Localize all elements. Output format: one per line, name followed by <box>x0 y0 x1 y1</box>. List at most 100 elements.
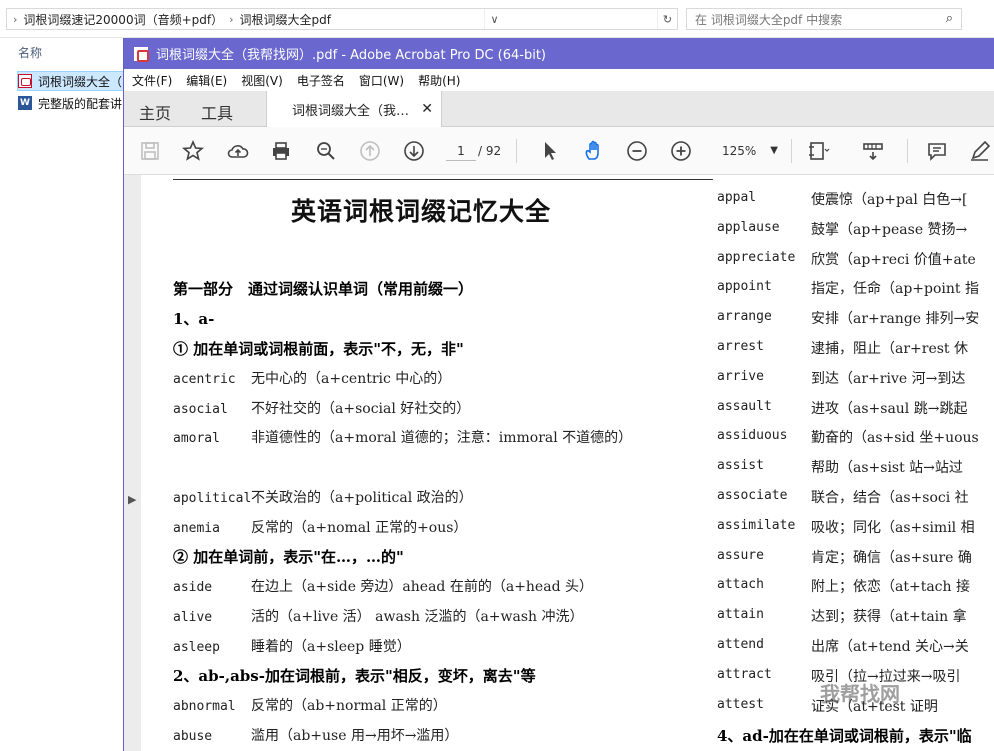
fit-page-icon[interactable] <box>804 137 832 165</box>
entry-text: 2、ab-,abs-加在词根前，表示"相反，变坏，离去"等 <box>173 667 536 685</box>
entry-word: appal <box>717 190 757 205</box>
word-entry: alive 活的（a+live 活） awash 泛滥的（a+wash 冲洗） <box>173 606 584 626</box>
word-entry: acentric 无中心的（a+centric 中心的） <box>173 368 451 388</box>
file-item-pdf[interactable]: 词根词缀大全（ <box>17 71 125 91</box>
entry-text: 不好社交的（a+social 好社交的） <box>251 401 471 417</box>
window-title-bar[interactable]: 词根词缀大全（我帮找网）.pdf - Adobe Acrobat Pro DC … <box>124 38 994 69</box>
entry-word: attain <box>717 607 764 623</box>
entry-word: assure <box>717 547 764 563</box>
page-total: / 92 <box>478 144 502 158</box>
section-heading: 2、ab-,abs-加在词根前，表示"相反，变坏，离去"等 <box>173 665 536 686</box>
entry-word: arrange <box>717 309 772 325</box>
section-heading: 4、ad-加在在单词或词根前，表示"临 <box>717 727 972 746</box>
expand-arrow-icon[interactable]: ▶ <box>128 493 136 506</box>
tab-home[interactable]: 主页 <box>139 100 171 124</box>
acrobat-window: 词根词缀大全（我帮找网）.pdf - Adobe Acrobat Pro DC … <box>123 38 994 751</box>
toolbar: 1 / 92 125% ▼ <box>124 127 994 175</box>
entry-word: assiduous <box>717 428 788 444</box>
menu-help[interactable]: 帮助(H) <box>418 72 460 89</box>
search-icon[interactable]: ⌕ <box>946 11 953 26</box>
menu-view[interactable]: 视图(V) <box>241 72 283 89</box>
menu-bar: 文件(F) 编辑(E) 视图(V) 电子签名 窗口(W) 帮助(H) <box>124 69 994 91</box>
word-entry: anemia 反常的（a+nomal 正常的+ous） <box>173 517 467 537</box>
refresh-icon[interactable]: ↻ <box>656 9 677 29</box>
entry-text: 达到；获得（at+tain 拿 <box>811 609 967 626</box>
pen-icon[interactable] <box>966 137 994 165</box>
search-placeholder: 在 词根词缀大全pdf 中搜索 <box>695 12 843 27</box>
word-entry: asleep 睡着的（a+sleep 睡觉） <box>173 636 411 656</box>
word-entry: amoral 非道德性的（a+moral 道德的；注意：immoral 不道德的） <box>173 427 632 447</box>
select-cursor-icon[interactable] <box>536 137 564 165</box>
tab-bar: 主页 工具 词根词缀大全（我… ✕ <box>124 91 994 127</box>
section-heading: 第一部分 通过词缀认识单词（常用前缀一） <box>173 278 473 299</box>
entry-word: alive <box>173 610 213 625</box>
cloud-upload-icon[interactable] <box>224 137 252 165</box>
entry-text: 不关政治的（a+political 政治的） <box>251 490 473 506</box>
entry-text: 逮捕，阻止（ar+rest 休 <box>811 341 969 357</box>
tab-tools[interactable]: 工具 <box>201 100 233 124</box>
close-icon[interactable]: ✕ <box>421 101 433 117</box>
document-view[interactable]: ▶ 英语词根词缀记忆大全 第一部分 通过词缀认识单词（常用前缀一） 1、a- ① 加… <box>124 175 994 751</box>
menu-esign[interactable]: 电子签名 <box>297 72 345 89</box>
entry-text: 联合，结合（as+soci 社 <box>811 490 969 506</box>
zoom-value: 125% <box>722 144 757 158</box>
comment-icon[interactable] <box>923 137 951 165</box>
explorer-address-bar: › 词根词缀速记20000词（音频+pdf） › 词根词缀大全pdf ∨ ↻ 在… <box>0 0 994 38</box>
entry-word: anemia <box>173 521 220 536</box>
entry-word: apolitical <box>173 491 252 506</box>
entry-word: arrive <box>717 368 764 384</box>
file-item-docx[interactable]: W 完整版的配套讲 <box>18 93 122 113</box>
hand-tool-icon[interactable] <box>579 137 607 165</box>
section-heading: ① 加在单词或词根前面，表示"不，无，非" <box>173 338 464 359</box>
entry-text: 出席（at+tend 关心→关 <box>811 639 969 655</box>
watermark-logo: 我帮找网 <box>820 682 900 706</box>
breadcrumb-chevron-icon: › <box>13 12 18 26</box>
breadcrumb-item-parent[interactable]: 词根词缀速记20000词（音频+pdf） <box>23 11 223 28</box>
breadcrumb[interactable]: › 词根词缀速记20000词（音频+pdf） › 词根词缀大全pdf ∨ ↻ <box>6 8 678 30</box>
word-entry: apolitical不关政治的（a+political 政治的） <box>173 487 473 507</box>
find-icon[interactable] <box>312 137 340 165</box>
entry-word: appoint <box>717 279 772 295</box>
zoom-in-icon[interactable] <box>667 137 695 165</box>
acrobat-logo-icon <box>134 46 149 62</box>
entry-text: 指定，任命（ap+point 指 <box>811 281 979 298</box>
entry-word: asocial <box>173 402 228 417</box>
menu-file[interactable]: 文件(F) <box>132 72 172 89</box>
menu-edit[interactable]: 编辑(E) <box>186 72 227 89</box>
entry-word: attend <box>717 637 764 652</box>
breadcrumb-item-current[interactable]: 词根词缀大全pdf <box>240 11 331 28</box>
entry-text: 第一部分 通过词缀认识单词（常用前缀一） <box>173 280 474 298</box>
entry-text: 欣赏（ap+reci 价值+ate <box>811 251 976 268</box>
word-entry: abnormal 反常的（ab+normal 正常的） <box>173 695 447 715</box>
entry-word: asleep <box>173 640 220 655</box>
tab-document[interactable]: 词根词缀大全（我… ✕ <box>266 91 442 127</box>
menu-window[interactable]: 窗口(W) <box>359 72 404 89</box>
entry-text: 1、a- <box>173 310 215 328</box>
chevron-down-icon: ▼ <box>770 145 778 156</box>
zoom-out-icon[interactable] <box>623 137 651 165</box>
section-heading: ② 加在单词前，表示"在…，…的" <box>173 546 404 567</box>
entry-text: ① 加在单词或词根前面，表示"不，无，非" <box>173 340 464 358</box>
zoom-select[interactable]: 125% ▼ <box>714 141 784 161</box>
entry-text: 反常的（a+nomal 正常的+ous） <box>251 520 468 536</box>
file-name: 完整版的配套讲 <box>38 96 123 111</box>
pdf-file-icon <box>18 74 32 88</box>
word-entry: abuse 滥用（ab+use 用→用坏→滥用） <box>173 725 458 745</box>
print-icon[interactable] <box>267 137 295 165</box>
left-panel-toggle[interactable]: ▶ <box>124 175 141 751</box>
save-icon[interactable] <box>136 137 164 165</box>
entry-word: appreciate <box>717 249 796 265</box>
previous-page-icon[interactable] <box>356 137 384 165</box>
next-page-icon[interactable] <box>400 137 428 165</box>
dropdown-chevron-icon[interactable]: ∨ <box>483 9 504 29</box>
explorer-search-input[interactable]: 在 词根词缀大全pdf 中搜索 ⌕ <box>686 8 962 30</box>
toolbar-divider <box>907 139 908 163</box>
page-number-input[interactable]: 1 <box>446 141 476 161</box>
column-header-name[interactable]: 名称 <box>18 44 42 61</box>
entry-word: amoral <box>173 431 220 446</box>
read-mode-icon[interactable] <box>859 137 887 165</box>
star-icon[interactable] <box>179 137 207 165</box>
entry-text: 到达（ar+rive 河→到达 <box>811 370 966 387</box>
entry-text: 附上；依恋（at+tach 接 <box>811 579 970 596</box>
entry-text: 进攻（as+saul 跳→跳起 <box>811 400 968 417</box>
